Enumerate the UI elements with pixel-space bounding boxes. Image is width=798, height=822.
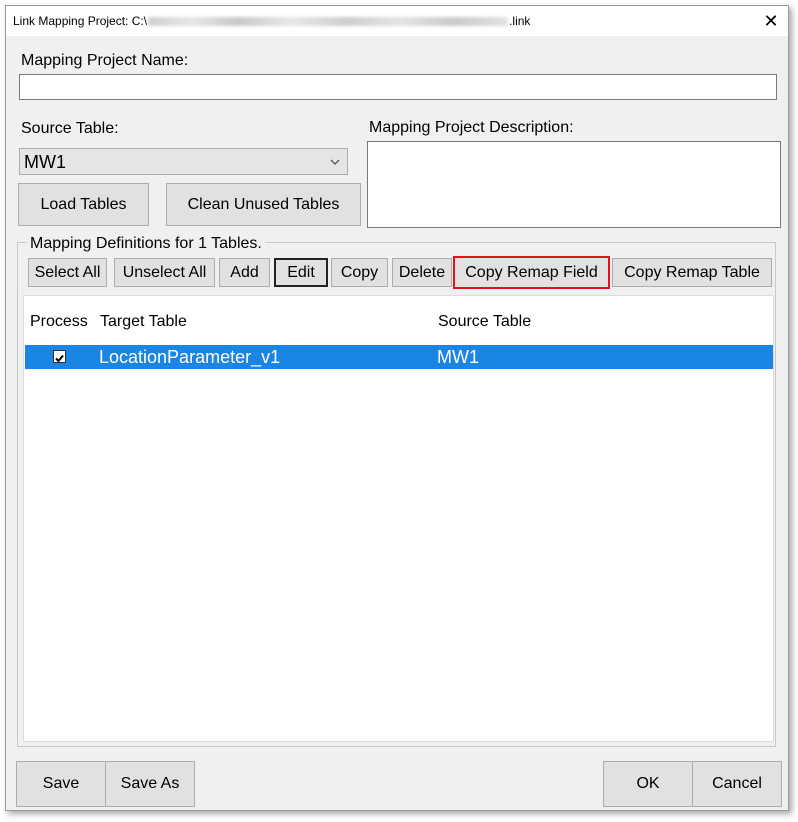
- edit-button[interactable]: Edit: [274, 258, 328, 287]
- title-suffix: .link: [509, 14, 531, 28]
- close-icon: ✕: [763, 11, 779, 31]
- title-bar: Link Mapping Project: C:\ .link ✕: [6, 6, 788, 36]
- copy-button[interactable]: Copy: [331, 258, 388, 287]
- save-as-button[interactable]: Save As: [105, 761, 195, 807]
- row-target-table: LocationParameter_v1: [99, 347, 281, 367]
- close-button[interactable]: ✕: [762, 12, 780, 30]
- mapping-definitions-title: Mapping Definitions for 1 Tables.: [27, 235, 265, 253]
- redacted-path: [148, 17, 509, 27]
- column-header-source-table[interactable]: Source Table: [438, 313, 531, 331]
- save-button[interactable]: Save: [16, 761, 106, 807]
- checkmark-icon: [55, 354, 64, 363]
- delete-button[interactable]: Delete: [392, 258, 452, 287]
- description-label: Mapping Project Description:: [369, 119, 574, 136]
- copy-remap-field-button[interactable]: Copy Remap Field: [453, 256, 610, 289]
- ok-button[interactable]: OK: [603, 761, 693, 807]
- title-prefix: Link Mapping Project: C:\: [13, 14, 148, 28]
- description-textarea[interactable]: [367, 141, 781, 228]
- chevron-down-icon: [330, 159, 340, 165]
- source-table-label: Source Table:: [21, 120, 119, 137]
- copy-remap-table-button[interactable]: Copy Remap Table: [612, 258, 772, 287]
- mapping-list[interactable]: Process Target Table Source Table Locati…: [23, 295, 774, 742]
- table-row[interactable]: LocationParameter_v1 MW1: [25, 345, 773, 369]
- cancel-button[interactable]: Cancel: [692, 761, 782, 807]
- project-name-input[interactable]: [19, 74, 777, 100]
- link-mapping-dialog: Link Mapping Project: C:\ .link ✕ Mapping…: [5, 5, 789, 811]
- window-title: Link Mapping Project: C:\ .link: [13, 14, 530, 28]
- add-button[interactable]: Add: [219, 258, 270, 287]
- clean-unused-tables-button[interactable]: Clean Unused Tables: [166, 183, 361, 226]
- process-checkbox[interactable]: [53, 350, 66, 363]
- unselect-all-button[interactable]: Unselect All: [114, 258, 215, 287]
- column-header-process[interactable]: Process: [30, 313, 88, 331]
- row-source-table: MW1: [437, 347, 479, 367]
- project-name-label: Mapping Project Name:: [21, 52, 189, 69]
- source-table-dropdown[interactable]: MW1: [19, 148, 348, 175]
- column-header-target-table[interactable]: Target Table: [100, 313, 187, 331]
- source-table-selected: MW1: [24, 152, 66, 172]
- load-tables-button[interactable]: Load Tables: [18, 183, 149, 226]
- select-all-button[interactable]: Select All: [28, 258, 107, 287]
